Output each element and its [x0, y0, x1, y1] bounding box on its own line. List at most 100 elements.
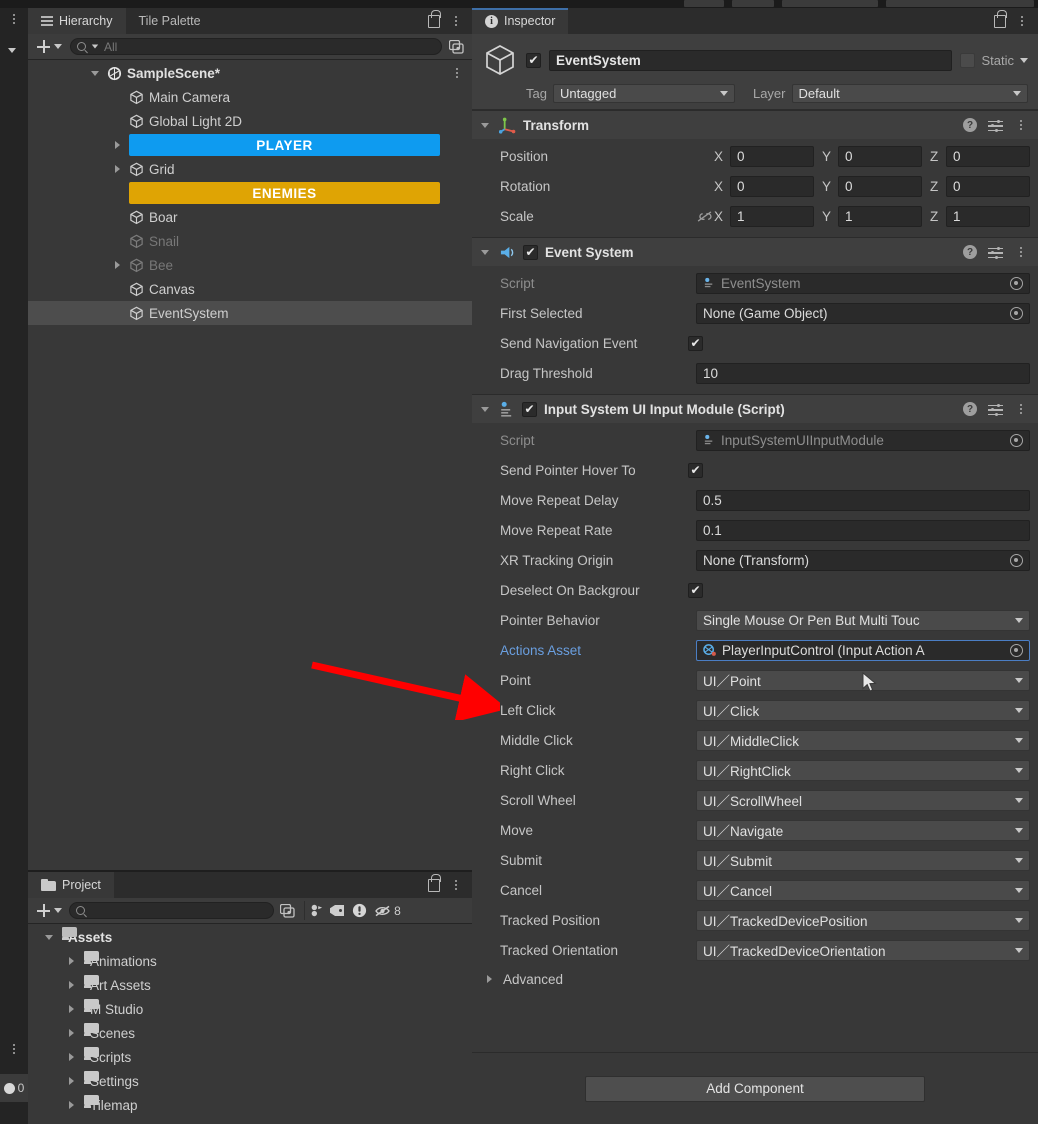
- expand-arrow-open-icon[interactable]: [42, 935, 56, 940]
- component-header[interactable]: ✔Input System UI Input Module (Script)?: [472, 395, 1038, 423]
- checkbox-deselect-on-backgrour[interactable]: ✔: [688, 583, 703, 598]
- project-item-settings[interactable]: Settings: [28, 1069, 472, 1093]
- expand-arrow-icon[interactable]: [64, 1077, 78, 1085]
- create-object-button[interactable]: [34, 40, 65, 53]
- dropdown-cancel[interactable]: UI／Cancel: [696, 880, 1030, 901]
- gameobject-name-input[interactable]: EventSystem: [549, 50, 952, 71]
- expand-arrow-icon[interactable]: [64, 981, 78, 989]
- component-enabled-checkbox[interactable]: ✔: [522, 402, 537, 417]
- component-foldout-arrow-icon[interactable]: [478, 123, 492, 128]
- project-item-art-assets[interactable]: Art Assets: [28, 973, 472, 997]
- object-filter-icon[interactable]: [447, 37, 466, 56]
- chevron-down-icon[interactable]: [1020, 58, 1028, 63]
- expand-arrow-icon[interactable]: [110, 165, 124, 173]
- expand-arrow-icon[interactable]: [110, 141, 124, 149]
- project-item-tilemap[interactable]: Tilemap: [28, 1093, 472, 1117]
- expand-arrow-icon[interactable]: [64, 1029, 78, 1037]
- tab-hierarchy[interactable]: Hierarchy: [28, 8, 126, 34]
- hierarchy-item-samplescene[interactable]: SampleScene*: [28, 61, 472, 85]
- preset-icon[interactable]: [988, 119, 1003, 132]
- create-asset-button[interactable]: [34, 904, 65, 917]
- preset-icon[interactable]: [988, 403, 1003, 416]
- input-position-z[interactable]: 0: [946, 146, 1030, 167]
- kebab-menu-icon[interactable]: [1014, 404, 1028, 414]
- foldout-advanced[interactable]: Advanced: [472, 965, 1030, 993]
- component-enabled-checkbox[interactable]: ✔: [523, 245, 538, 260]
- component-header[interactable]: Transform?: [472, 111, 1038, 139]
- hierarchy-item-bee[interactable]: Bee: [28, 253, 472, 277]
- input-move-repeat-rate[interactable]: 0.1: [696, 520, 1030, 541]
- hierarchy-item-player[interactable]: PLAYER: [28, 133, 472, 157]
- hierarchy-highlight-bar[interactable]: ENEMIES: [129, 182, 440, 204]
- dropdown-tracked-position[interactable]: UI／TrackedDevicePosition: [696, 910, 1030, 931]
- expand-arrow-icon[interactable]: [110, 261, 124, 269]
- dropdown-pointer-behavior[interactable]: Single Mouse Or Pen But Multi Touc: [696, 610, 1030, 631]
- lock-icon[interactable]: [994, 15, 1006, 28]
- object-picker-icon[interactable]: [1010, 307, 1023, 320]
- object-picker-icon[interactable]: [1010, 434, 1023, 447]
- component-header[interactable]: ✔Event System?: [472, 238, 1038, 266]
- warning-icon[interactable]: [350, 901, 369, 920]
- help-icon[interactable]: ?: [963, 402, 977, 416]
- expand-arrow-open-icon[interactable]: [88, 71, 102, 76]
- hierarchy-item-canvas[interactable]: Canvas: [28, 277, 472, 301]
- input-scale-z[interactable]: 1: [946, 206, 1030, 227]
- hierarchy-item-main-camera[interactable]: Main Camera: [28, 85, 472, 109]
- rail-chevron-down-icon[interactable]: [8, 48, 16, 53]
- rail-menu-icon[interactable]: [7, 14, 21, 24]
- dropdown-scroll-wheel[interactable]: UI／ScrollWheel: [696, 790, 1030, 811]
- static-toggle[interactable]: Static: [960, 53, 1028, 68]
- project-item-animations[interactable]: Animations: [28, 949, 472, 973]
- project-item-scripts[interactable]: Scripts: [28, 1045, 472, 1069]
- tag-dropdown[interactable]: Untagged: [553, 84, 735, 103]
- dropdown-right-click[interactable]: UI／RightClick: [696, 760, 1030, 781]
- layer-dropdown[interactable]: Default: [792, 84, 1029, 103]
- object-field-first-selected[interactable]: None (Game Object): [696, 303, 1030, 324]
- checkbox-send-pointer-hover-to[interactable]: ✔: [688, 463, 703, 478]
- static-checkbox[interactable]: [960, 53, 975, 68]
- hierarchy-item-enemies[interactable]: ENEMIES: [28, 181, 472, 205]
- object-field-xr-tracking-origin[interactable]: None (Transform): [696, 550, 1030, 571]
- console-status[interactable]: 0: [0, 1074, 28, 1102]
- component-foldout-arrow-icon[interactable]: [478, 407, 492, 412]
- hierarchy-highlight-bar[interactable]: PLAYER: [129, 134, 440, 156]
- input-rotation-y[interactable]: 0: [838, 176, 922, 197]
- object-field-actions-asset[interactable]: PlayerInputControl (Input Action A: [696, 640, 1030, 661]
- checkbox-send-navigation-event[interactable]: ✔: [688, 336, 703, 351]
- expand-arrow-icon[interactable]: [64, 1053, 78, 1061]
- hierarchy-search-input[interactable]: All: [70, 38, 442, 55]
- dropdown-move[interactable]: UI／Navigate: [696, 820, 1030, 841]
- dropdown-middle-click[interactable]: UI／MiddleClick: [696, 730, 1030, 751]
- project-item-m-studio[interactable]: M Studio: [28, 997, 472, 1021]
- dropdown-tracked-orientation[interactable]: UI／TrackedDeviceOrientation: [696, 940, 1030, 961]
- kebab-menu-icon[interactable]: [1015, 16, 1029, 26]
- lock-icon[interactable]: [428, 15, 440, 28]
- expand-arrow-icon[interactable]: [64, 1005, 78, 1013]
- input-rotation-z[interactable]: 0: [946, 176, 1030, 197]
- add-component-button[interactable]: Add Component: [585, 1076, 925, 1102]
- object-field-script[interactable]: EventSystem: [696, 273, 1030, 294]
- hierarchy-item-snail[interactable]: Snail: [28, 229, 472, 253]
- help-icon[interactable]: ?: [963, 245, 977, 259]
- hierarchy-item-boar[interactable]: Boar: [28, 205, 472, 229]
- type-filter-icon[interactable]: [304, 901, 323, 920]
- label-tag-icon[interactable]: [327, 901, 346, 920]
- lock-icon[interactable]: [428, 879, 440, 892]
- eye-off-icon[interactable]: 8: [373, 901, 403, 920]
- hierarchy-item-global-light-2d[interactable]: Global Light 2D: [28, 109, 472, 133]
- project-item-scenes[interactable]: Scenes: [28, 1021, 472, 1045]
- scene-menu-icon[interactable]: [450, 68, 464, 78]
- tab-tile-palette[interactable]: Tile Palette: [126, 8, 214, 34]
- preset-icon[interactable]: [988, 246, 1003, 259]
- kebab-menu-icon[interactable]: [449, 16, 463, 26]
- expand-arrow-icon[interactable]: [64, 957, 78, 965]
- object-picker-icon[interactable]: [1010, 554, 1023, 567]
- hierarchy-item-grid[interactable]: Grid: [28, 157, 472, 181]
- constrain-proportions-off-icon[interactable]: [696, 209, 712, 223]
- tab-inspector[interactable]: i Inspector: [472, 8, 568, 34]
- object-picker-icon[interactable]: [1010, 277, 1023, 290]
- dropdown-point[interactable]: UI／Point: [696, 670, 1030, 691]
- help-icon[interactable]: ?: [963, 118, 977, 132]
- gameobject-enabled-checkbox[interactable]: ✔: [526, 53, 541, 68]
- project-search-input[interactable]: [69, 902, 274, 919]
